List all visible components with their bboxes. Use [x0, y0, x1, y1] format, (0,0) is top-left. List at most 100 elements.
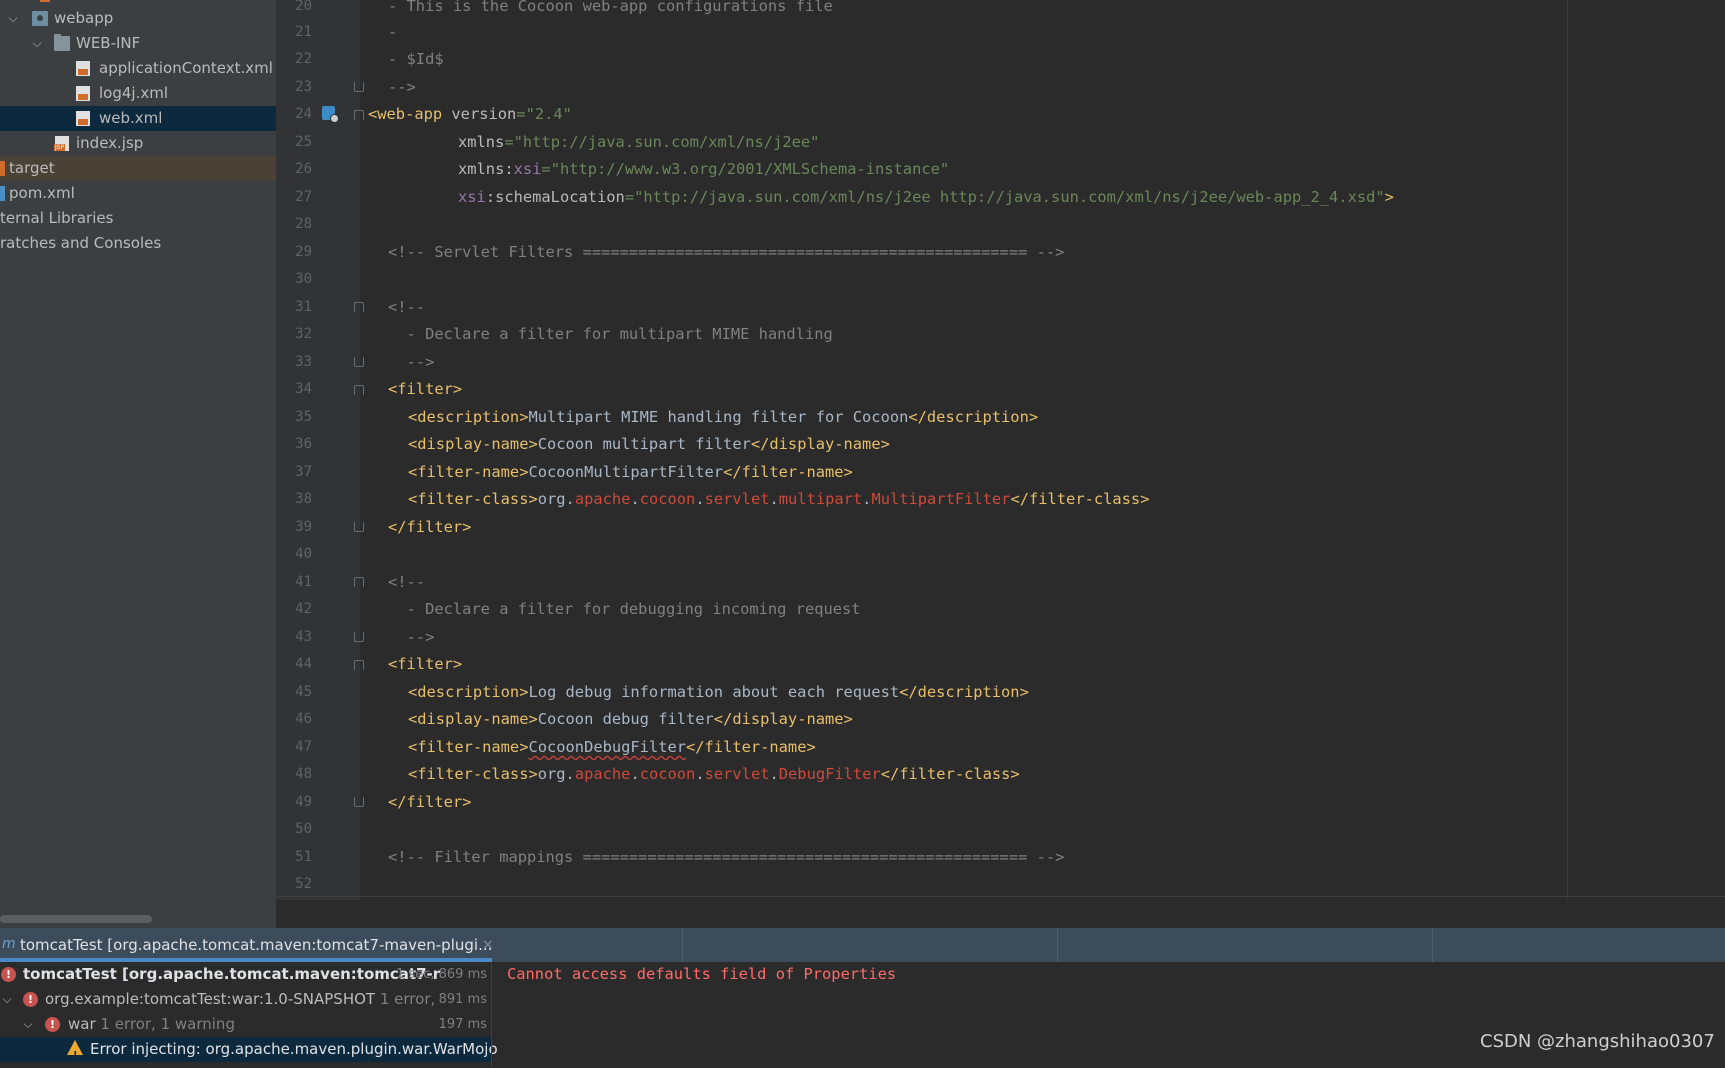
xml-tag: </filter-class>: [880, 765, 1020, 783]
chevron-down-icon[interactable]: ⌵: [30, 31, 44, 56]
watermark: CSDN @zhangshihao0307: [1480, 1031, 1715, 1052]
xml-text: org: [537, 765, 566, 783]
error-icon: !: [23, 992, 38, 1007]
tree-item-label: index.jsp: [76, 134, 144, 152]
build-tree-row[interactable]: ⌵ ! war 1 error, 1 warning 197 ms: [0, 1012, 491, 1037]
xml-text: Log debug information about each request: [528, 683, 900, 701]
code-line-42: - Declare a filter for debugging incomin…: [388, 600, 861, 618]
tree-item-target[interactable]: target: [0, 156, 276, 181]
xml-file-icon: [76, 111, 90, 126]
xml-tag: </display-name>: [750, 435, 890, 453]
line-number: 50: [295, 821, 312, 837]
fold-close-icon[interactable]: [354, 82, 364, 92]
line-number: 29: [295, 244, 312, 260]
unresolved-class: MultipartFilter: [871, 490, 1011, 508]
xml-eq: =: [516, 105, 526, 123]
warning-icon: [67, 1040, 83, 1068]
code-line-36: <display-name>Cocoon multipart filter</d…: [408, 431, 890, 458]
line-number: 21: [295, 24, 312, 40]
line-number: 27: [295, 189, 312, 205]
tree-item-scratches[interactable]: ratches and Consoles: [0, 231, 276, 256]
line-number: 42: [295, 601, 312, 617]
run-tool-window-header: m tomcatTest [org.apache.tomcat.maven:to…: [0, 928, 1725, 962]
xml-tag: <display-name>: [408, 435, 538, 453]
line-number: 34: [295, 381, 312, 397]
code-line-23: -->: [388, 78, 416, 96]
line-number: 33: [295, 354, 312, 370]
line-number: 37: [295, 464, 312, 480]
close-icon[interactable]: ×: [482, 928, 494, 962]
xml-eq: =: [504, 133, 514, 151]
fold-open-icon[interactable]: [354, 660, 364, 670]
xml-text: .: [630, 490, 640, 508]
code-line-32: - Declare a filter for multipart MIME ha…: [388, 325, 833, 343]
line-number: 51: [295, 849, 312, 865]
tree-item-external-libraries[interactable]: ternal Libraries: [0, 206, 276, 231]
maven-icon: [0, 186, 5, 201]
xml-value: "http://www.w3.org/2001/XMLSchema-instan…: [550, 160, 950, 178]
code-line-22: - $Id$: [388, 50, 444, 68]
fold-open-icon[interactable]: [354, 110, 364, 120]
line-number: 52: [295, 876, 312, 892]
tree-item-index-jsp[interactable]: index.jsp: [0, 131, 276, 156]
fold-close-icon[interactable]: [354, 522, 364, 532]
fold-close-icon[interactable]: [354, 632, 364, 642]
xml-tag: <display-name>: [408, 710, 538, 728]
code-editor[interactable]: 20 21 22 23 24 25 26 27 28 29 30 31 32 3…: [276, 0, 1725, 900]
build-tree-row[interactable]: ⌵ ! org.example:tomcatTest:war:1.0-SNAPS…: [0, 987, 491, 1012]
code-line-44: <filter>: [388, 655, 463, 673]
gutter: 20 21 22 23 24 25 26 27 28 29 30 31 32 3…: [276, 0, 364, 900]
fold-close-icon[interactable]: [354, 797, 364, 807]
chevron-down-icon[interactable]: ⌵: [6, 6, 20, 31]
build-tree-row[interactable]: ! tomcatTest [org.apache.tomcat.maven:to…: [0, 962, 491, 987]
xml-text: Cocoon debug filter: [537, 710, 714, 728]
fold-open-icon[interactable]: [354, 385, 364, 395]
code-line-31: <!--: [388, 298, 426, 316]
tree-item-web-inf[interactable]: ⌵ WEB-INF: [0, 31, 276, 56]
xml-tag: </description>: [899, 683, 1029, 701]
line-number: 31: [295, 299, 312, 315]
maven-icon: m: [2, 936, 16, 952]
tree-item-pom-xml[interactable]: pom.xml: [0, 181, 276, 206]
code-line-25: xmlns="http://java.sun.com/xml/ns/j2ee": [458, 129, 819, 156]
tree-item-label: target: [9, 159, 55, 177]
line-number: 35: [295, 409, 312, 425]
tree-item-label: applicationContext.xml: [99, 59, 273, 77]
xml-value: "2.4": [525, 105, 572, 123]
build-tree-row-selected[interactable]: Error injecting: org.apache.maven.plugin…: [0, 1037, 498, 1068]
tree-item-label: pom.xml: [9, 184, 75, 202]
tab-strip-segment: [1432, 928, 1725, 962]
panel-splitter[interactable]: [491, 962, 492, 1066]
xml-text: .: [565, 490, 575, 508]
tree-item-web-xml[interactable]: web.xml: [0, 106, 276, 131]
line-number: 25: [295, 134, 312, 150]
xml-value: "http://java.sun.com/xml/ns/j2ee": [513, 133, 820, 151]
tree-item-applicationcontext-xml[interactable]: applicationContext.xml: [0, 56, 276, 81]
tree-item-label: ternal Libraries: [0, 209, 114, 227]
code-line-33: -->: [388, 353, 435, 371]
xml-text: .: [769, 490, 779, 508]
build-time: 891 ms: [438, 992, 487, 1007]
tree-item-log4j-xml[interactable]: log4j.xml: [0, 81, 276, 106]
code-line-48: <filter-class>org.apache.cocoon.servlet.…: [408, 761, 1020, 788]
xml-tag: </filter-name>: [686, 738, 816, 756]
xml-attr: xmlns: [458, 133, 505, 151]
line-number: 49: [295, 794, 312, 810]
horizontal-scrollbar[interactable]: [0, 915, 152, 923]
code-line-21: -: [388, 23, 398, 41]
fold-open-icon[interactable]: [354, 302, 364, 312]
bookmark-icon[interactable]: [322, 106, 339, 123]
tree-item-webapp[interactable]: ⌵ webapp: [0, 6, 276, 31]
chevron-down-icon[interactable]: ⌵: [21, 1012, 35, 1037]
unresolved-package: apache: [574, 490, 631, 508]
unresolved-package: cocoon: [639, 490, 696, 508]
chevron-down-icon[interactable]: ⌵: [0, 987, 14, 1012]
line-number: 38: [295, 491, 312, 507]
code-line-49: </filter>: [388, 793, 472, 811]
folder-icon: [0, 161, 5, 176]
unresolved-package: multipart: [778, 490, 863, 508]
fold-open-icon[interactable]: [354, 577, 364, 587]
fold-close-icon[interactable]: [354, 357, 364, 367]
run-tab[interactable]: tomcatTest [org.apache.tomcat.maven:tomc…: [20, 928, 492, 962]
xml-attr: xmlns:: [458, 160, 514, 178]
